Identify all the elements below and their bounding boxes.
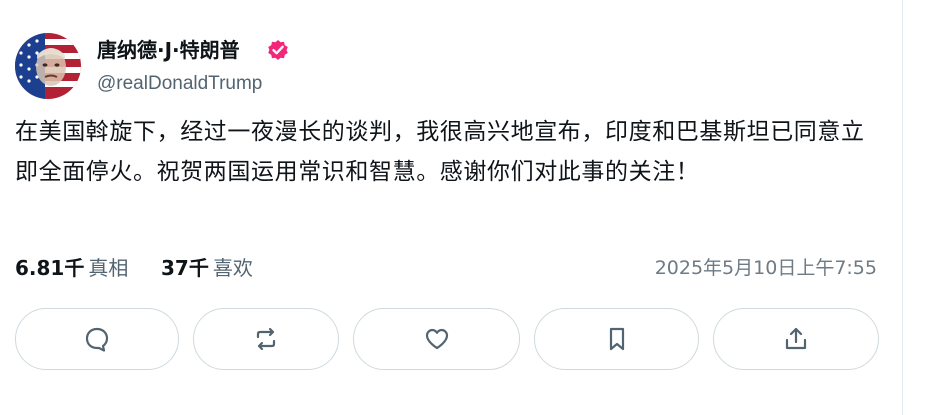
right-divider [902, 0, 903, 415]
repost-icon [256, 327, 276, 351]
post-stats: 6.81千 真相 37千 喜欢 2025年5月10日上午7:55 [15, 252, 885, 284]
author-handle[interactable]: @realDonaldTrump [97, 71, 262, 97]
like-button[interactable] [353, 308, 520, 370]
likes-label: 喜欢 [212, 256, 253, 280]
views-stat[interactable]: 6.81千 真相 [15, 252, 128, 284]
post-header: 唐纳德·J·特朗普 @realDonaldTrump [15, 33, 875, 99]
reply-button[interactable] [15, 308, 179, 370]
likes-stat[interactable]: 37千 喜欢 [161, 252, 253, 284]
flag-portrait-avatar-icon [15, 33, 81, 99]
views-count: 6.81千 [15, 256, 85, 280]
share-button[interactable] [713, 308, 879, 370]
likes-count: 37千 [161, 256, 209, 280]
author-display-name[interactable]: 唐纳德·J·特朗普 [97, 36, 240, 64]
views-label: 真相 [88, 256, 129, 280]
bookmark-icon [609, 327, 624, 351]
heart-icon [425, 328, 448, 350]
post-timestamp[interactable]: 2025年5月10日上午7:55 [655, 252, 877, 284]
action-bar [15, 308, 885, 372]
comment-icon [85, 327, 109, 352]
bookmark-button[interactable] [534, 308, 699, 370]
verified-badge-icon [267, 39, 289, 61]
share-icon [785, 327, 807, 350]
post-body-text: 在美国斡旋下，经过一夜漫长的谈判，我很高兴地宣布，印度和巴基斯坦已同意立即全面停… [15, 119, 865, 185]
avatar[interactable] [15, 33, 81, 99]
repost-button[interactable] [193, 308, 339, 370]
